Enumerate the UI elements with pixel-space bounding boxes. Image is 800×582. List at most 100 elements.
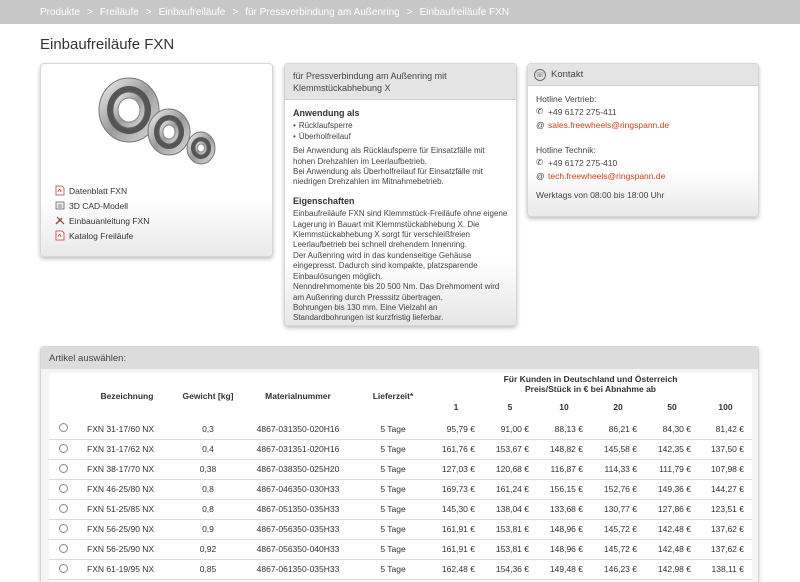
tech-phone[interactable]: +49 6172 275-410 <box>548 158 617 168</box>
breadcrumb-item-current[interactable]: Einbaufreiläufe FXN <box>420 7 510 18</box>
cell-material: 4867-031350-020H16 <box>239 419 357 440</box>
breadcrumb-item-produkte[interactable]: Produkte <box>40 7 80 18</box>
usage-item: Rücklaufsperre <box>293 121 508 131</box>
download-links: Datenblatt FXN 3D CAD-Modell Einbauanlei… <box>55 183 149 243</box>
cell-delivery: 5 Tage <box>357 559 429 580</box>
breadcrumb-item-einbaufreilaeufe[interactable]: Einbaufreiläufe <box>159 7 226 18</box>
cell-price: 123,51 € <box>699 499 752 520</box>
cell-material: 4867-061350-035H33 <box>239 559 357 580</box>
tools-icon <box>55 216 65 225</box>
download-label: Datenblatt FXN <box>69 185 128 196</box>
cell-price: 81,42 € <box>699 419 752 440</box>
cell-price: 149,48 € <box>537 559 591 580</box>
download-datasheet[interactable]: Datenblatt FXN <box>55 183 149 198</box>
cell-price: 156,15 € <box>537 479 591 500</box>
download-label: Katalog Freiläufe <box>69 230 134 241</box>
download-catalog[interactable]: Katalog Freiläufe <box>55 228 149 243</box>
cell-price: 153,81 € <box>483 539 537 560</box>
col-header-weight: Gewicht [kg] <box>182 391 234 401</box>
table-row[interactable]: FXN 61-19/95 NX 0,85 4867-061350-035H33 5 T… <box>49 559 752 580</box>
cell-price: 137,62 € <box>699 519 752 540</box>
cell-price: 148,96 € <box>537 519 591 540</box>
cell-price: 144,27 € <box>699 479 752 500</box>
cell-material: 4867-056350-035H33 <box>239 519 357 540</box>
breadcrumb-item-freilaeufe[interactable]: Freiläufe <box>100 7 139 18</box>
cell-delivery: 5 Tage <box>357 459 429 480</box>
article-radio[interactable] <box>58 483 68 493</box>
article-radio[interactable] <box>58 523 68 533</box>
contact-icon: ☏ <box>534 68 546 81</box>
cell-price: 149,36 € <box>645 479 699 500</box>
article-radio[interactable] <box>58 443 68 453</box>
cell-price: 130,77 € <box>591 499 645 520</box>
pdf-icon <box>55 185 65 196</box>
cell-price: 142,98 € <box>645 559 699 580</box>
breadcrumb-separator: > <box>232 6 239 18</box>
article-radio[interactable] <box>58 463 68 473</box>
table-row[interactable]: FXN 51-25/85 NX 0,8 4867-051350-035H33 5 Ta… <box>49 499 752 520</box>
col-header-qty: 10 <box>559 402 569 412</box>
cell-price: 162,48 € <box>429 559 483 580</box>
cell-name: FXN 38-17/70 NX <box>77 459 177 480</box>
cell-price: 127,03 € <box>429 459 483 480</box>
radio-cell <box>49 539 77 560</box>
cell-price: 161,24 € <box>483 479 537 500</box>
table-row[interactable]: FXN 56-25/90 NX 0,92 4867-056350-040H33 5 T… <box>49 539 752 560</box>
properties-title: Eigenschaften <box>293 195 355 206</box>
download-installation-guide[interactable]: Einbauanleitung FXN <box>55 213 149 228</box>
cell-delivery: 5 Tage <box>357 419 429 440</box>
breadcrumb-separator: > <box>145 6 152 18</box>
cell-name: FXN 31-17/62 NX <box>77 439 177 460</box>
usage-text: Bei Anwendung als Rücklaufsperre für Ein… <box>293 146 485 187</box>
cell-price: 145,72 € <box>591 519 645 540</box>
radio-cell <box>49 459 77 480</box>
phone-icon: ✆ <box>536 157 544 167</box>
breadcrumb: Produkte > Freiläufe > Einbaufreiläufe >… <box>0 0 800 24</box>
cell-weight: 0,8 <box>177 479 239 500</box>
radio-cell <box>49 519 77 540</box>
article-radio[interactable] <box>58 563 68 573</box>
cell-price: 116,87 € <box>537 459 591 480</box>
radio-cell <box>49 559 77 580</box>
cell-delivery: 5 Tage <box>357 479 429 500</box>
description-panel: für Pressverbindung am Außenring mit Kle… <box>284 63 517 326</box>
cell-delivery: 5 Tage <box>357 519 429 540</box>
cad-icon <box>55 201 65 210</box>
tech-label: Hotline Technik: <box>536 144 596 155</box>
col-header-qty: 20 <box>613 402 623 412</box>
cell-price: 169,73 € <box>429 479 483 500</box>
cell-delivery: 5 Tage <box>357 499 429 520</box>
table-row[interactable]: FXN 56-25/90 NX 0,9 4867-056350-035H33 5 Ta… <box>49 519 752 540</box>
cell-price: 86,21 € <box>591 419 645 440</box>
cell-delivery: 5 Tage <box>357 539 429 560</box>
table-row[interactable]: FXN 31-17/62 NX 0,4 4867-031351-020H16 5 Ta… <box>49 439 752 460</box>
table-row[interactable]: FXN 38-17/70 NX 0,38 4867-038350-025H20 5 T… <box>49 459 752 480</box>
col-header-name: Bezeichnung <box>100 391 154 401</box>
cell-price: 120,68 € <box>483 459 537 480</box>
contact-panel: ☏ Kontakt Hotline Vertrieb: ✆ +49 6172 2… <box>527 63 759 217</box>
cell-material: 4867-038350-025H20 <box>239 459 357 480</box>
cell-name: FXN 56-25/90 NX <box>77 539 177 560</box>
cell-price: 153,67 € <box>483 439 537 460</box>
article-radio[interactable] <box>58 503 68 513</box>
article-radio[interactable] <box>58 423 68 433</box>
cell-price: 161,76 € <box>429 439 483 460</box>
cell-price: 161,91 € <box>429 519 483 540</box>
breadcrumb-item-pressverbindung[interactable]: für Pressverbindung am Außenring <box>245 7 400 18</box>
email-icon: @ <box>536 119 545 130</box>
page-title: Einbaufreiläufe FXN <box>40 36 175 53</box>
sales-phone[interactable]: +49 6172 275-411 <box>548 107 617 117</box>
cell-price: 137,62 € <box>699 539 752 560</box>
cell-name: FXN 56-25/90 NX <box>77 519 177 540</box>
cell-material: 4867-051350-035H33 <box>239 499 357 520</box>
download-cad-model[interactable]: 3D CAD-Modell <box>55 198 149 213</box>
table-row[interactable]: FXN 46-25/80 NX 0,8 4867-046350-030H33 5 Ta… <box>49 479 752 500</box>
cell-price: 114,33 € <box>591 459 645 480</box>
sales-email-link[interactable]: sales.freewheels@ringspann.de <box>548 120 669 130</box>
tech-email-link[interactable]: tech.freewheels@ringspann.de <box>548 171 665 181</box>
cell-weight: 0,3 <box>177 419 239 440</box>
col-header-qty: 100 <box>718 402 733 412</box>
cell-price: 88,13 € <box>537 419 591 440</box>
table-row[interactable]: FXN 31-17/60 NX 0,3 4867-031350-020H16 5 Ta… <box>49 419 752 440</box>
article-radio[interactable] <box>58 543 68 553</box>
